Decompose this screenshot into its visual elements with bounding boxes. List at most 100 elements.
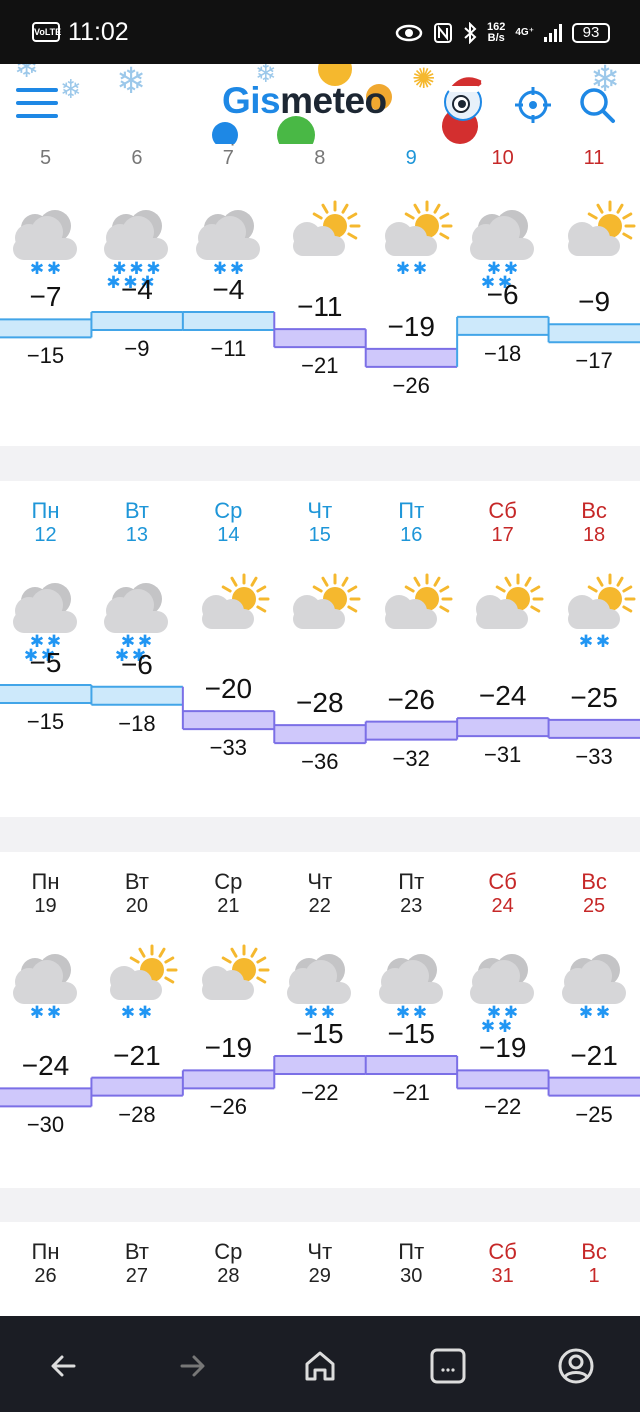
day-header-7[interactable]: Ср7 (183, 144, 274, 170)
svg-text:✱: ✱ (47, 1003, 61, 1023)
cloudy-icon: ✱ ✱ (561, 954, 626, 1023)
day-header-12[interactable]: Пн 12 (0, 499, 91, 547)
temp-min-label: −9 (124, 336, 150, 361)
temp-band (365, 348, 458, 367)
day-date: 12 (34, 524, 57, 546)
temp-min-label: −18 (483, 340, 522, 366)
partly-cloudy-icon: ✱ ✱ (384, 200, 453, 279)
svg-text:✱: ✱ (595, 632, 609, 652)
menu-icon[interactable] (16, 88, 58, 120)
svg-text:✱: ✱ (396, 259, 410, 279)
day-header-23[interactable]: Пт 23 (366, 870, 457, 918)
day-name: Вс (581, 869, 607, 894)
temp-band (365, 721, 458, 740)
temp-band (365, 1056, 458, 1074)
day-date: 29 (308, 1265, 331, 1287)
day-header-5[interactable]: Пн5 (0, 144, 91, 170)
temp-min-label: −22 (483, 1094, 522, 1120)
day-date: 9 (405, 147, 417, 169)
day-date: 23 (400, 895, 423, 917)
day-header-22[interactable]: Чт 22 (274, 870, 365, 918)
day-name: Ср (214, 498, 243, 523)
day-header-8[interactable]: Чт8 (274, 144, 365, 170)
day-header-9[interactable]: Пт9 (366, 144, 457, 170)
week-card-1: Пн5Вт6Ср7Чт8Пт9Сб10Вс11✱✱✱✱✱✱✱✱✱✱✱✱✱✱✱✱−… (0, 144, 640, 446)
day-date: 11 (583, 147, 605, 169)
temp-min-label: −32 (392, 745, 430, 771)
location-icon[interactable] (512, 84, 554, 126)
day-header-11[interactable]: Вс11 (549, 144, 640, 170)
day-header-16[interactable]: Пт 16 (366, 499, 457, 547)
browser-nav-bar (0, 1316, 640, 1412)
profile-icon[interactable] (554, 1344, 598, 1388)
gismeteo-logo[interactable]: Gismeteo (222, 80, 387, 122)
day-name: Чт (307, 498, 333, 523)
day-date: 8 (314, 147, 326, 169)
temp-band (548, 719, 640, 738)
day-header-6[interactable]: Вт6 (91, 144, 182, 170)
day-name: Сб (488, 498, 517, 523)
day-name: Чт (307, 1239, 333, 1264)
temp-max-label: −9 (578, 286, 611, 318)
day-date: 21 (217, 895, 240, 917)
day-date: 15 (308, 524, 331, 546)
day-header-30[interactable]: Пт 30 (366, 1240, 457, 1288)
day-header-10[interactable]: Сб10 (457, 144, 548, 170)
day-header-13[interactable]: Вт 13 (91, 499, 182, 547)
temp-min-label: −15 (26, 343, 65, 369)
temp-max-label: −24 (478, 680, 527, 712)
day-name: Сб (488, 869, 517, 894)
temp-min-label: −26 (209, 1094, 247, 1120)
day-header-1[interactable]: Вс 1 (549, 1240, 640, 1288)
day-header-26[interactable]: Пн 26 (0, 1240, 91, 1288)
day-date: 16 (400, 524, 423, 546)
day-header-17[interactable]: Сб 17 (457, 499, 548, 547)
day-header-14[interactable]: Ср 14 (183, 499, 274, 547)
bluetooth-icon (464, 22, 477, 44)
day-date: 18 (582, 524, 606, 546)
home-icon[interactable] (298, 1344, 342, 1388)
temp-max-label: −7 (29, 281, 62, 313)
day-date: 7 (222, 147, 234, 169)
temp-max-label: −6 (120, 648, 153, 680)
day-header-31[interactable]: Сб 31 (457, 1240, 548, 1288)
temp-min-label: −30 (26, 1112, 65, 1138)
week-card-2: Пн 12 Вт 13 Ср 14 Чт 15 Пт 16 Сб 17 Вс 18 ✱ ✱ ✱ ✱ ✱ ✱ ✱ ✱ ✱ ✱ −5… (0, 481, 640, 817)
day-date: 28 (217, 1265, 240, 1287)
mascot-icon (442, 77, 491, 144)
temp-min-label: −11 (210, 336, 247, 361)
week-card-4: Пн 26 Вт 27 Ср 28 Чт 29 Пт 30 Сб 31 Вс 1 (0, 1222, 640, 1316)
day-header-18[interactable]: Вс 18 (549, 499, 640, 547)
battery-icon: 93 (572, 23, 610, 43)
forward-arrow-icon[interactable] (170, 1344, 214, 1388)
day-header-19[interactable]: Пн 19 (0, 870, 91, 918)
day-name: Вт (124, 869, 149, 894)
day-name: Пт (398, 869, 425, 894)
day-name: Пт (398, 1239, 425, 1264)
day-name: Ср (214, 1239, 243, 1264)
svg-text:✱: ✱ (138, 1003, 152, 1023)
temp-min-label: −15 (26, 709, 65, 734)
day-header-21[interactable]: Ср 21 (183, 870, 274, 918)
day-date: 19 (34, 895, 57, 917)
day-header-29[interactable]: Чт 29 (274, 1240, 365, 1288)
day-date: 24 (491, 895, 514, 917)
cloudy-icon: ✱ ✱✱ ✱ (470, 954, 535, 1037)
volte-badge: VoLTE (32, 22, 61, 42)
day-header-24[interactable]: Сб 24 (457, 870, 548, 918)
temp-band (0, 685, 92, 703)
day-header-15[interactable]: Чт 15 (274, 499, 365, 547)
tabs-icon[interactable] (426, 1344, 470, 1388)
search-icon[interactable] (576, 84, 618, 126)
day-header-25[interactable]: Вс 25 (549, 870, 640, 918)
temp-min-label: −31 (483, 742, 522, 768)
temp-min-label: −28 (118, 1101, 156, 1127)
day-name: Вс (581, 498, 607, 523)
temp-min-label: −25 (575, 1101, 613, 1127)
back-arrow-icon[interactable] (42, 1344, 86, 1388)
day-header-28[interactable]: Ср 28 (183, 1240, 274, 1288)
day-header-27[interactable]: Вт 27 (91, 1240, 182, 1288)
partly-cloudy-icon: ✱ ✱ (567, 573, 636, 652)
partly-cloudy-icon (201, 573, 270, 629)
day-header-20[interactable]: Вт 20 (91, 870, 182, 918)
